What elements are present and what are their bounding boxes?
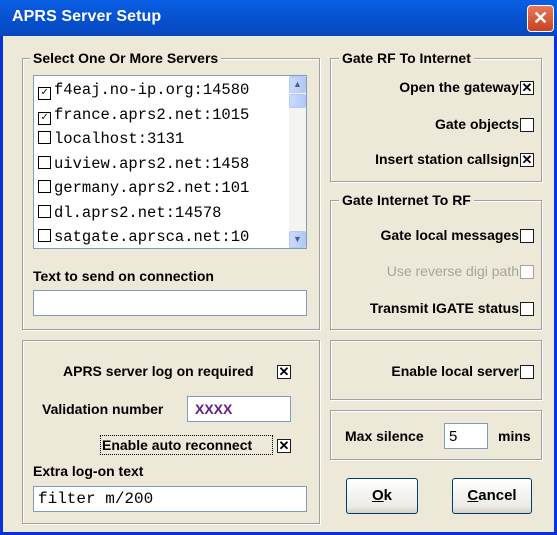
server-label: uiview.aprs2.net:1458	[54, 154, 250, 173]
reverse-digi-label: Use reverse digi path	[386, 263, 519, 279]
server-list-scrollbar[interactable]: ▲ ▼	[289, 76, 306, 248]
cancel-mnemonic: C	[467, 487, 479, 504]
log-on-required-checkbox[interactable]: ✕	[277, 365, 291, 379]
close-icon: ✕	[532, 8, 549, 28]
server-list-item[interactable]: ✓ france.aprs2.net:1015	[38, 104, 249, 126]
auto-reconnect-checkbox[interactable]: ✕	[277, 439, 291, 453]
reverse-digi-checkbox[interactable]	[520, 265, 534, 279]
connect-text-input[interactable]	[33, 290, 307, 316]
server-checkbox[interactable]	[38, 131, 51, 144]
server-list-item[interactable]: localhost:3131	[38, 128, 184, 150]
server-list-item[interactable]: satgate.aprsca.net:10	[38, 226, 249, 248]
log-on-required-label: APRS server log on required	[63, 363, 254, 379]
scroll-down-button[interactable]: ▼	[289, 231, 306, 248]
title-bar[interactable]: APRS Server Setup ✕	[0, 0, 557, 36]
extra-logon-input[interactable]: filter m/200	[33, 486, 307, 512]
servers-legend: Select One Or More Servers	[30, 50, 222, 66]
extra-logon-label: Extra log-on text	[33, 463, 144, 479]
window-title: APRS Server Setup	[12, 8, 162, 25]
server-label: localhost:3131	[54, 130, 185, 148]
server-checkbox[interactable]	[38, 229, 51, 242]
server-label: dl.aprs2.net:14578	[54, 203, 222, 222]
igate-status-checkbox[interactable]	[520, 302, 534, 316]
connect-text-label: Text to send on connection	[33, 268, 214, 284]
server-checkbox[interactable]	[38, 155, 51, 169]
server-label: satgate.aprsca.net:10	[54, 228, 250, 246]
validation-value: XXXX	[195, 401, 233, 417]
server-list[interactable]: ✓ f4eaj.no-ip.org:14580 ✓ france.aprs2.net:…	[33, 75, 307, 249]
open-gateway-checkbox[interactable]: ✕	[520, 81, 534, 95]
cancel-button[interactable]: Cancel	[452, 478, 532, 514]
insert-callsign-checkbox[interactable]: ✕	[520, 153, 534, 167]
server-list-item[interactable]: germany.aprs2.net:101	[38, 177, 249, 199]
server-checkbox[interactable]: ✓	[38, 87, 51, 100]
ok-button[interactable]: Ok	[346, 478, 418, 514]
gate-rf-legend: Gate RF To Internet	[339, 50, 474, 66]
server-checkbox[interactable]	[38, 180, 51, 193]
server-label: germany.aprs2.net:101	[54, 179, 250, 197]
max-silence-value: 5	[449, 428, 458, 445]
local-server-label: Enable local server	[391, 363, 519, 379]
gate-objects-checkbox[interactable]	[520, 118, 534, 132]
close-button[interactable]: ✕	[527, 5, 554, 32]
server-label: france.aprs2.net:1015	[54, 105, 250, 124]
server-checkbox[interactable]: ✓	[38, 111, 51, 125]
server-checkbox[interactable]	[38, 204, 51, 218]
extra-logon-value: filter m/200	[38, 490, 154, 508]
server-list-item[interactable]: ✓ f4eaj.no-ip.org:14580	[38, 79, 249, 101]
max-silence-unit: mins	[498, 428, 531, 444]
chevron-down-icon: ▼	[293, 234, 302, 244]
chevron-up-icon: ▲	[293, 79, 302, 89]
ok-label-rest: k	[383, 487, 392, 504]
scroll-up-button[interactable]: ▲	[289, 76, 306, 93]
auto-reconnect-label: Enable auto reconnect	[102, 437, 253, 453]
max-silence-input[interactable]: 5	[444, 423, 488, 449]
local-messages-checkbox[interactable]	[520, 229, 534, 243]
ok-mnemonic: O	[371, 487, 384, 504]
insert-callsign-label: Insert station callsign	[375, 151, 519, 167]
open-gateway-label: Open the gateway	[399, 79, 519, 95]
local-server-checkbox[interactable]	[520, 365, 534, 379]
server-list-item[interactable]: dl.aprs2.net:14578	[38, 202, 221, 224]
gate-inet-legend: Gate Internet To RF	[339, 192, 474, 208]
server-list-item[interactable]: uiview.aprs2.net:1458	[38, 153, 249, 175]
local-messages-label: Gate local messages	[380, 227, 519, 243]
max-silence-label: Max silence	[345, 428, 424, 444]
server-label: f4eaj.no-ip.org:14580	[54, 81, 250, 99]
validation-input[interactable]: XXXX	[187, 396, 291, 422]
cancel-label-rest: ancel	[478, 487, 517, 504]
validation-label: Validation number	[42, 401, 164, 417]
igate-status-label: Transmit IGATE status	[369, 300, 519, 316]
scroll-thumb[interactable]	[289, 94, 306, 108]
gate-objects-label: Gate objects	[434, 116, 519, 132]
